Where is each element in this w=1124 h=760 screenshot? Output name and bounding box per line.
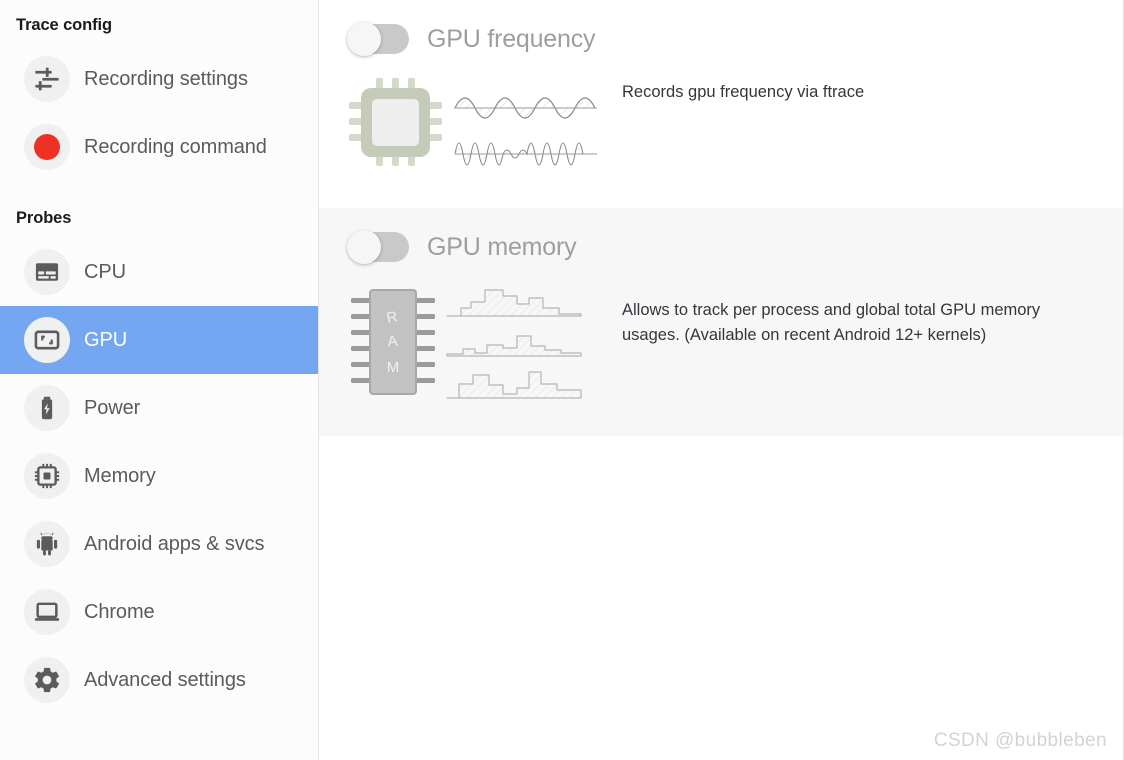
main-content: GPU frequency Records gpu frequency via … [319, 0, 1123, 760]
sidebar-item-label: CPU [84, 260, 126, 283]
sidebar-item-label: Advanced settings [84, 668, 246, 691]
sidebar-item-recording-settings[interactable]: Recording settings [0, 45, 318, 113]
record-dot-shape [34, 134, 60, 160]
probe-header: GPU memory [347, 226, 1123, 268]
watermark: CSDN @bubbleben [933, 730, 1107, 751]
sidebar-item-label: Recording settings [84, 67, 248, 90]
toggle-knob [347, 230, 381, 264]
probe-panel-gpu-memory: GPU memory R A M Allows to track per pro… [319, 208, 1123, 436]
sidebar-section-trace-config: Trace config [16, 16, 112, 34]
gpu-frequency-toggle[interactable] [347, 22, 409, 56]
sidebar-item-power[interactable]: Power [0, 374, 318, 442]
svg-text:M: M [387, 359, 400, 376]
tune-sliders-icon [24, 56, 70, 102]
probe-description: Records gpu frequency via ftrace [622, 83, 865, 101]
sidebar: Trace config Recording settings Recordin… [0, 0, 319, 760]
sidebar-item-label: Power [84, 396, 141, 419]
probe-body: Records gpu frequency via ftrace [347, 74, 1123, 182]
ram-chip-with-step-charts-illustration: R A M [347, 282, 622, 410]
battery-icon [24, 385, 70, 431]
probe-panel-gpu-frequency: GPU frequency Records gpu frequency via … [319, 0, 1123, 208]
sidebar-section-probes: Probes [16, 209, 72, 227]
gpu-screen-icon [24, 317, 70, 363]
sidebar-item-label: Memory [84, 464, 156, 487]
sidebar-item-label: Chrome [84, 600, 155, 623]
svg-text:A: A [387, 333, 399, 351]
sidebar-item-advanced-settings[interactable]: Advanced settings [0, 646, 318, 714]
sidebar-probes-list: CPU GPU Power Memory Android apps & svcs… [0, 238, 318, 714]
sidebar-item-label: Recording command [84, 135, 267, 158]
sidebar-config-list: Recording settings Recording command [0, 45, 318, 181]
probe-body: R A M Allows to track per process and gl… [347, 282, 1123, 410]
sidebar-item-gpu[interactable]: GPU [0, 306, 318, 374]
trace-config-window: Trace config Recording settings Recordin… [0, 0, 1124, 760]
memory-chip-icon [24, 453, 70, 499]
cpu-icon [24, 249, 70, 295]
sidebar-item-label: Android apps & svcs [84, 532, 265, 555]
sidebar-item-label: GPU [84, 328, 128, 351]
record-dot-icon [24, 124, 70, 170]
android-robot-icon [24, 521, 70, 567]
laptop-icon [24, 589, 70, 635]
probe-title: GPU frequency [427, 24, 596, 53]
cpu-chip-with-waveforms-illustration [347, 74, 622, 182]
toggle-knob [347, 22, 381, 56]
sidebar-item-android-apps-svcs[interactable]: Android apps & svcs [0, 510, 318, 578]
sidebar-item-memory[interactable]: Memory [0, 442, 318, 510]
probe-title: GPU memory [427, 232, 577, 261]
gpu-memory-toggle[interactable] [347, 230, 409, 264]
gear-icon [24, 657, 70, 703]
sidebar-item-cpu[interactable]: CPU [0, 238, 318, 306]
sidebar-item-chrome[interactable]: Chrome [0, 578, 318, 646]
sidebar-item-recording-command[interactable]: Recording command [0, 113, 318, 181]
probe-header: GPU frequency [347, 18, 1123, 60]
probe-description: Allows to track per process and global t… [622, 301, 1041, 344]
